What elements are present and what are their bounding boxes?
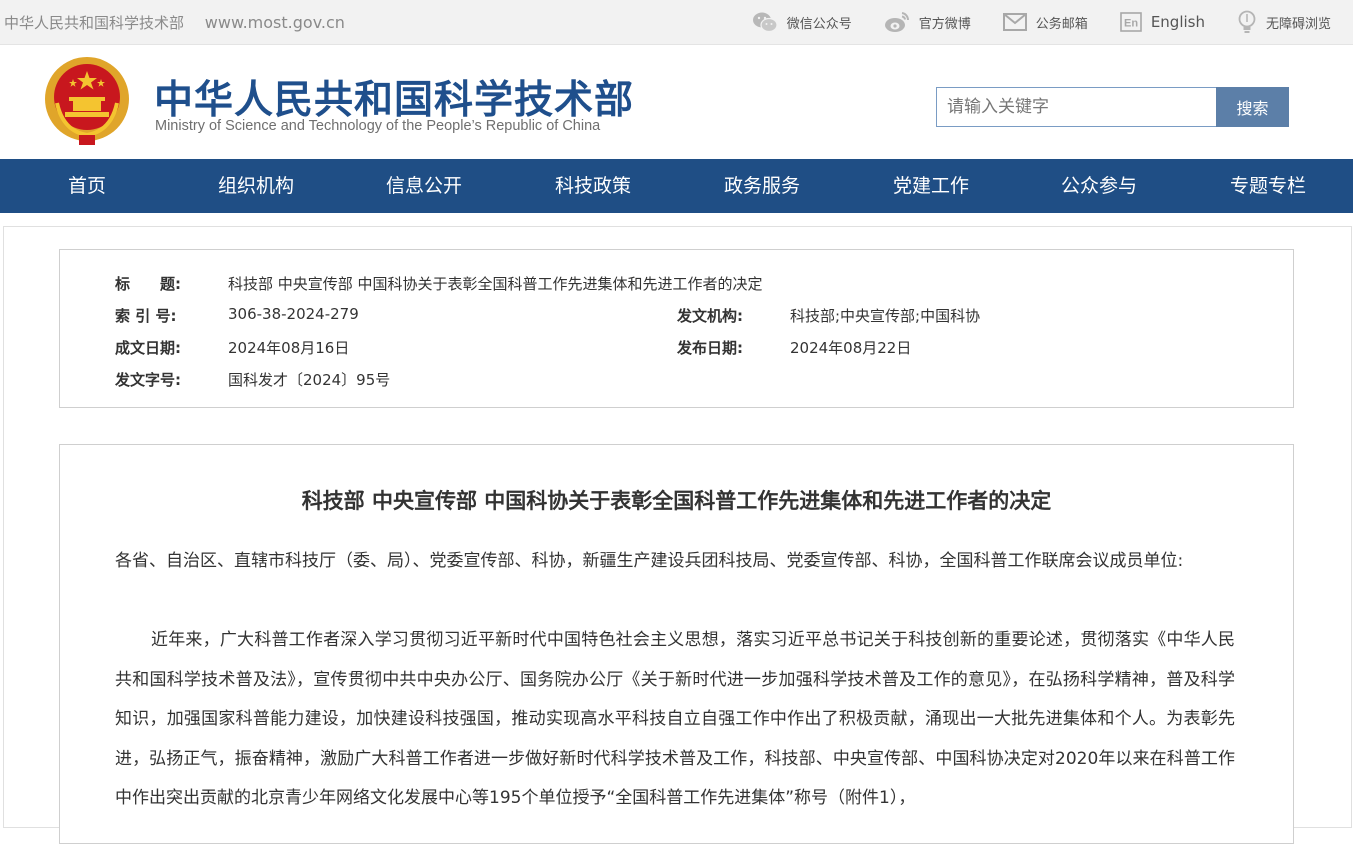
site-title: 中华人民共和国科学技术部: [154, 78, 635, 123]
document-salutation: 各省、自治区、直辖市科技厅（委、局）、党委宣传部、科协，新疆生产建设兵团科技局、…: [115, 551, 1184, 571]
search-button[interactable]: 搜索: [1216, 87, 1289, 127]
meta-org-value: 科技部;中央宣传部;中国科协: [790, 307, 981, 325]
meta-index-value: 306-38-2024-279: [228, 305, 359, 323]
nav-item-public[interactable]: 公众参与: [1061, 159, 1137, 213]
meta-org-label: 发文机构:: [677, 307, 743, 325]
svg-text:En: En: [1124, 18, 1138, 30]
wechat-icon: [752, 12, 778, 33]
topbar-left: 中华人民共和国科学技术部 www.most.gov.cn: [4, 12, 361, 33]
meta-title-label: 标 题:: [115, 275, 181, 293]
english-label: English: [1150, 13, 1205, 31]
topbar-ministry-name: 中华人民共和国科学技术部: [4, 14, 185, 32]
national-emblem-icon: [45, 57, 129, 145]
meta-created-value: 2024年08月16日: [228, 339, 350, 357]
wechat-label: 微信公众号: [786, 16, 852, 32]
topbar-url[interactable]: www.most.gov.cn: [205, 13, 345, 32]
document-title: 科技部 中央宣传部 中国科协关于表彰全国科普工作先进集体和先进工作者的决定: [301, 489, 1052, 513]
mail-icon: [1002, 13, 1027, 31]
accessibility-label: 无障碍浏览: [1265, 16, 1331, 32]
weibo-icon: [884, 12, 909, 32]
weibo-link[interactable]: 官方微博: [884, 11, 971, 33]
meta-published-label: 发布日期:: [677, 339, 743, 357]
nav-item-organization[interactable]: 组织机构: [218, 159, 294, 213]
mail-label: 公务邮箱: [1035, 16, 1088, 32]
mail-link[interactable]: 公务邮箱: [1002, 13, 1088, 32]
meta-docno-value: 国科发才〔2024〕95号: [228, 371, 391, 389]
top-utility-bar: 中华人民共和国科学技术部 www.most.gov.cn 微信公众号 官方微博: [0, 0, 1353, 45]
nav-item-policy[interactable]: 科技政策: [555, 159, 631, 213]
weibo-label: 官方微博: [918, 16, 971, 32]
nav-item-info-disclosure[interactable]: 信息公开: [386, 159, 462, 213]
nav-item-services[interactable]: 政务服务: [724, 159, 800, 213]
meta-created-label: 成文日期:: [115, 339, 181, 357]
en-icon: En: [1120, 12, 1142, 32]
meta-docno-label: 发文字号:: [115, 371, 181, 389]
document-body: 科技部 中央宣传部 中国科协关于表彰全国科普工作先进集体和先进工作者的决定 各省…: [59, 444, 1294, 844]
meta-published-value: 2024年08月22日: [790, 339, 912, 357]
wechat-link[interactable]: 微信公众号: [752, 11, 852, 33]
meta-title-value: 科技部 中央宣传部 中国科协关于表彰全国科普工作先进集体和先进工作者的决定: [228, 275, 763, 293]
accessibility-link[interactable]: 无障碍浏览: [1237, 10, 1331, 34]
nav-item-party-building[interactable]: 党建工作: [893, 159, 969, 213]
document-paragraph: 近年来，广大科普工作者深入学习贯彻习近平新时代中国特色社会主义思想，落实习近平总…: [115, 630, 1235, 808]
search-input[interactable]: [936, 87, 1216, 127]
document-meta-box: 标 题: 科技部 中央宣传部 中国科协关于表彰全国科普工作先进集体和先进工作者的…: [59, 249, 1294, 408]
meta-index-label: 索 引 号:: [115, 307, 177, 325]
nav-item-special[interactable]: 专题专栏: [1230, 159, 1306, 213]
accessibility-icon: [1238, 10, 1256, 33]
english-link[interactable]: En English: [1120, 12, 1205, 32]
site-subtitle: Ministry of Science and Technology of th…: [155, 118, 601, 134]
site-header: 中华人民共和国科学技术部 Ministry of Science and Tec…: [0, 45, 1353, 159]
topbar-links: 微信公众号 官方微博 公务邮箱 En English 无障碍浏览: [720, 0, 1331, 44]
nav-item-home[interactable]: 首页: [68, 159, 106, 213]
main-nav: 首页 组织机构 信息公开 科技政策 政务服务 党建工作 公众参与 专题专栏: [0, 159, 1353, 213]
